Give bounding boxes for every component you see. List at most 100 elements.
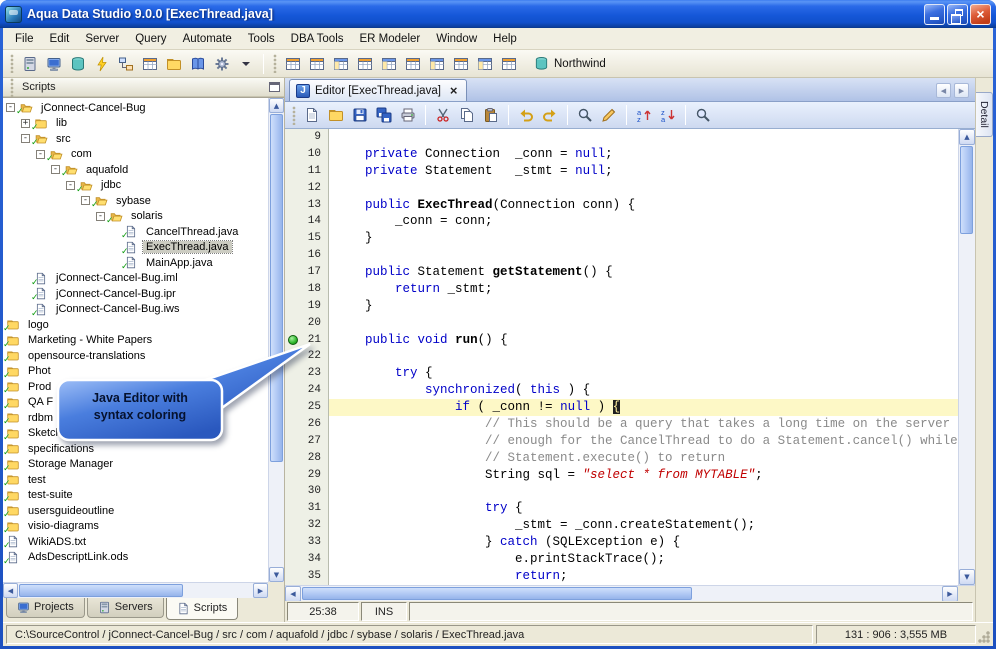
menu-item-tools[interactable]: Tools (240, 30, 283, 48)
paste-icon[interactable] (480, 104, 502, 126)
code-line[interactable]: 9 (285, 129, 958, 146)
editor-tab[interactable]: J Editor [ExecThread.java] × (289, 79, 467, 101)
result-grid-icon-10[interactable] (498, 53, 520, 75)
tree-item[interactable]: ✓ Sketchbooks (3, 426, 268, 443)
tree-hscroll-thumb[interactable] (19, 584, 184, 597)
tree-item[interactable]: - ✓ src (3, 131, 268, 148)
code-line[interactable]: 28 // Statement.execute() to return (285, 449, 958, 467)
reference-book-icon[interactable] (187, 53, 209, 75)
scroll-right-icon[interactable]: ▶ (253, 583, 268, 598)
code-line[interactable]: 20 (285, 314, 958, 332)
editor-hscroll-thumb[interactable] (302, 587, 693, 600)
table-data-icon[interactable] (139, 53, 161, 75)
tree-item[interactable]: ✓ Storage Manager (3, 457, 268, 474)
code-line[interactable]: 23 try { (285, 365, 958, 383)
server-browser-icon[interactable] (43, 53, 65, 75)
tree-horizontal-scrollbar[interactable]: ◀ ▶ (3, 582, 268, 598)
cut-icon[interactable] (432, 104, 454, 126)
code-line[interactable]: 27 // enough for the CancelThread to do … (285, 432, 958, 450)
result-grid-icon-7[interactable] (426, 53, 448, 75)
code-line[interactable]: 24 synchronized( this ) { (285, 382, 958, 399)
toolbar-menu-caret-icon[interactable] (235, 53, 257, 75)
menu-item-query[interactable]: Query (127, 30, 174, 48)
editor-vscroll-thumb[interactable] (960, 146, 973, 234)
tab-projects[interactable]: Projects (6, 598, 85, 618)
tree-item[interactable]: ✓ jConnect-Cancel-Bug.iws (3, 302, 268, 319)
tree-item[interactable]: ✓ test (3, 472, 268, 490)
detail-tab[interactable]: Detail (976, 92, 993, 137)
query-analyzer-icon[interactable] (91, 53, 113, 75)
tree-item[interactable]: ✓ AdsDescriptLink.ods (3, 550, 268, 567)
tree-item[interactable]: - ✓ com (3, 147, 268, 164)
tree-item[interactable]: ✓ rdbm (3, 410, 268, 428)
tree-expander-icon[interactable]: - (6, 103, 15, 113)
find-icon[interactable] (574, 104, 596, 126)
sort-ascending-icon[interactable] (633, 104, 655, 126)
tree-expander-icon[interactable]: - (66, 180, 75, 190)
tree-item[interactable]: ✓ Phot (3, 364, 268, 381)
code-line[interactable]: 17 public Statement getStatement() { (285, 264, 958, 281)
code-line[interactable]: 15 } (285, 230, 958, 248)
code-line[interactable]: 26 // This should be a query that takes … (285, 415, 958, 433)
result-grid-icon-4[interactable] (354, 53, 376, 75)
menu-item-automate[interactable]: Automate (175, 30, 240, 48)
tree-item[interactable]: ✓ specifications (3, 441, 268, 459)
undo-icon[interactable] (515, 104, 537, 126)
tree-item[interactable]: ✓ usersguideoutline (3, 503, 268, 521)
menu-item-server[interactable]: Server (77, 30, 127, 48)
tree-item[interactable]: - ✓ jConnect-Cancel-Bug (3, 100, 268, 117)
code-line[interactable]: 11 private Statement _stmt = null; (285, 162, 958, 180)
result-grid-icon-8[interactable] (450, 53, 472, 75)
code-line[interactable]: 21 public void run() { (285, 331, 958, 349)
scroll-right-icon[interactable]: ▶ (942, 586, 958, 602)
save-icon[interactable] (349, 104, 371, 126)
redo-icon[interactable] (539, 104, 561, 126)
menu-item-er-modeler[interactable]: ER Modeler (352, 30, 429, 48)
code-line[interactable]: 19 } (285, 297, 958, 315)
scroll-down-icon[interactable]: ▼ (959, 569, 975, 585)
tree-expander-icon[interactable]: + (21, 118, 30, 128)
tree-expander-icon[interactable]: - (21, 134, 30, 144)
menu-item-dba-tools[interactable]: DBA Tools (283, 30, 352, 48)
open-file-icon[interactable] (163, 53, 185, 75)
code-line[interactable]: 29 String sql = "select * from MYTABLE"; (285, 466, 958, 484)
close-tab-icon[interactable]: × (450, 84, 458, 97)
title-bar[interactable]: Aqua Data Studio 9.0.0 [ExecThread.java]… (0, 0, 996, 28)
menu-item-window[interactable]: Window (428, 30, 485, 48)
result-grid-icon-6[interactable] (402, 53, 424, 75)
open-file-icon[interactable] (325, 104, 347, 126)
code-line[interactable]: 22 (285, 348, 958, 366)
result-grid-icon-1[interactable] (282, 53, 304, 75)
code-line[interactable]: 31 try { (285, 500, 958, 518)
register-server-icon[interactable] (19, 53, 41, 75)
new-file-icon[interactable] (301, 104, 323, 126)
tree-item[interactable]: ✓ opensource-translations (3, 348, 268, 366)
tab-scripts[interactable]: Scripts (165, 598, 239, 620)
tree-item[interactable]: ✓ jConnect-Cancel-Bug.ipr (3, 286, 268, 304)
editor-vertical-scrollbar[interactable]: ▲ ▼ (958, 129, 975, 585)
code-line[interactable]: 30 (285, 483, 958, 501)
zoom-icon[interactable] (692, 104, 714, 126)
scroll-tabs-left-icon[interactable]: ◀ (936, 83, 951, 98)
code-line[interactable]: 33 } catch (SQLException e) { (285, 534, 958, 551)
code-line[interactable]: 12 (285, 179, 958, 197)
tree-item[interactable]: ✓ WikiADS.txt (3, 534, 268, 552)
float-panel-icon[interactable] (269, 82, 280, 92)
tree-item[interactable]: ✓ CancelThread.java (3, 224, 268, 242)
tree-item[interactable]: - ✓ jdbc (3, 178, 268, 195)
menu-item-file[interactable]: File (7, 30, 42, 48)
scroll-up-icon[interactable]: ▲ (959, 129, 975, 145)
tree-item[interactable]: ✓ visio-diagrams (3, 519, 268, 536)
tree-item[interactable]: ✓ test-suite (3, 488, 268, 505)
tree-item[interactable]: ✓ QA F (3, 395, 268, 412)
copy-icon[interactable] (456, 104, 478, 126)
tree-item[interactable]: - ✓ aquafold (3, 162, 268, 179)
tree-item[interactable]: ✓ MainApp.java (3, 255, 268, 273)
result-grid-icon-2[interactable] (306, 53, 328, 75)
result-grid-icon-5[interactable] (378, 53, 400, 75)
code-line[interactable]: 14 _conn = conn; (285, 213, 958, 231)
tree-expander-icon[interactable]: - (81, 196, 90, 206)
scroll-up-icon[interactable]: ▲ (269, 98, 284, 113)
code-editor[interactable]: 9 10 private Connection _conn = null; 11 p… (285, 129, 975, 585)
options-icon[interactable] (211, 53, 233, 75)
